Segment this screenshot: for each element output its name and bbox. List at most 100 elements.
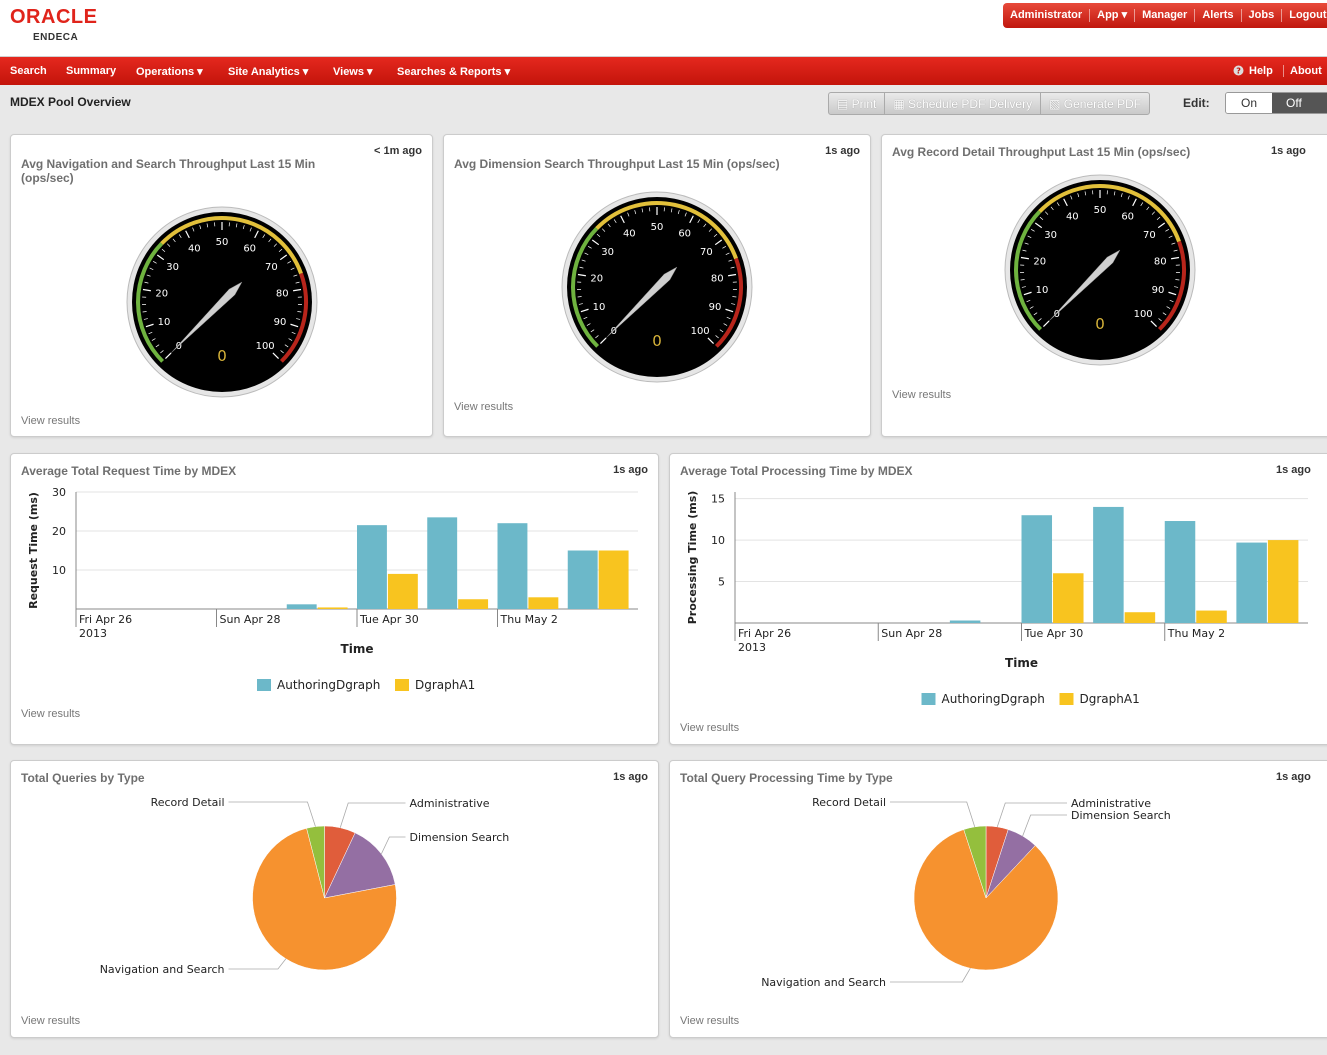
gauge-tick-label: 50 [216,237,229,248]
user-menu-app[interactable]: App ▾ [1090,9,1136,22]
gauge-tick-label: 20 [155,288,168,299]
x-tick-label: 2013 [738,641,766,654]
gauge-tick-label: 50 [651,222,664,233]
user-menu-logout[interactable]: Logout [1282,9,1327,22]
x-tick-label: Tue Apr 30 [359,613,419,626]
pie-label: Navigation and Search [761,976,886,989]
view-results-link[interactable]: View results [892,389,951,401]
pie-label: Administrative [410,797,490,810]
panel-timestamp: 1s ago [1271,145,1306,157]
leader-line [228,801,316,827]
view-results-link[interactable]: View results [21,708,80,720]
bar [286,604,317,609]
bar [1021,515,1053,623]
panel-timestamp: 1s ago [1276,771,1311,783]
generate-pdf-label: Generate PDF [1063,97,1142,111]
nav-about[interactable]: About [1283,65,1322,77]
nav-search[interactable]: Search [10,65,47,77]
user-menu-administrator[interactable]: Administrator [1003,9,1091,22]
request-time-panel: Average Total Request Time by MDEX 1s ag… [10,453,659,745]
gauge-tick-label: 40 [1066,212,1079,223]
view-results-link[interactable]: View results [21,1015,80,1027]
edit-on-option[interactable]: On [1226,93,1272,113]
x-tick-label: 2013 [79,627,107,640]
gauge-tick-label: 10 [1036,285,1049,296]
gauge-tick-label: 90 [709,302,722,313]
edit-toggle[interactable]: On Off [1225,92,1327,114]
y-tick-label: 15 [711,493,725,506]
bar [1093,506,1124,623]
pie-label: Dimension Search [1071,809,1171,822]
oracle-logo: ORACLE [10,6,98,28]
y-tick-label: 30 [52,486,66,499]
nav-site-analytics[interactable]: Site Analytics ▾ [228,65,308,78]
panel-title: Avg Dimension Search Throughput Last 15 … [454,157,780,171]
y-tick-label: 20 [52,525,66,538]
gauge-tick-label: 70 [265,262,278,273]
leader-line [890,968,971,983]
gauge-tick-label: 40 [623,229,636,240]
gauge-tick [142,311,147,313]
x-tick-label: Fri Apr 26 [79,613,132,626]
view-results-link[interactable]: View results [680,1015,739,1027]
x-axis-title: Time [1005,656,1038,670]
print-button[interactable]: ▤ Print [829,93,886,114]
edit-label: Edit: [1183,96,1210,110]
bar [1196,610,1227,623]
panel-timestamp: 1s ago [1276,464,1311,476]
gauge-tick-label: 10 [158,317,171,328]
view-results-link[interactable]: View results [454,401,513,413]
main-nav: Search Summary Operations ▾ Site Analyti… [0,57,1327,85]
gauge-value: 0 [1095,315,1105,333]
edit-off-option[interactable]: Off [1272,93,1327,113]
queries-by-type-panel: Total Queries by Type 1s ago Administrat… [10,760,659,1038]
gauge-tick-label: 20 [1033,256,1046,267]
processing-time-panel: Average Total Processing Time by MDEX 1s… [669,453,1327,745]
legend-swatch [1059,693,1074,705]
gauge-tick-label: 80 [711,273,724,284]
nav-views[interactable]: Views ▾ [333,65,373,78]
leader-line [1022,814,1067,837]
pie-label: Record Detail [151,796,225,809]
bar [458,599,489,609]
x-tick-label: Sun Apr 28 [220,613,281,626]
nav-searches-reports[interactable]: Searches & Reports ▾ [397,65,510,78]
view-results-link[interactable]: View results [680,722,739,734]
bar [598,550,629,609]
x-tick-label: Tue Apr 30 [1024,627,1084,640]
bar [1164,521,1196,623]
gauge-tick [577,296,582,298]
gauge-tick-label: 100 [1134,309,1153,320]
bar [528,597,559,609]
leader-line [228,958,287,970]
processing-time-bar-chart: 5 10 15 Fri Apr 262013 Sun Apr 28 Tue Apr 30 T… [686,491,1308,706]
panel-timestamp: < 1m ago [374,145,422,157]
gauge-tick [732,296,737,298]
gauge-tick-label: 70 [1143,230,1156,241]
user-menu-manager[interactable]: Manager [1135,9,1196,22]
nav-help[interactable]: Help [1249,65,1273,77]
legend-swatch [395,679,409,691]
pie-label: Navigation and Search [100,963,225,976]
user-menu-jobs[interactable]: Jobs [1242,9,1283,22]
throughput-gauge: 01020304050607080901000 [561,191,753,383]
nav-operations[interactable]: Operations ▾ [136,65,203,78]
processing-by-type-panel: Total Query Processing Time by Type 1s a… [669,760,1327,1038]
panel-timestamp: 1s ago [613,464,648,476]
user-menu-alerts[interactable]: Alerts [1195,9,1242,22]
gauge-tick-label: 90 [1152,285,1165,296]
nav-summary[interactable]: Summary [66,65,116,77]
gauge-tick [1020,279,1025,281]
x-tick-label: Thu May 2 [1167,627,1225,640]
panel-title: Total Queries by Type [21,771,145,785]
bar [1267,540,1299,623]
generate-pdf-button[interactable]: ▧ Generate PDF [1041,93,1149,114]
panel-timestamp: 1s ago [825,145,860,157]
view-results-link[interactable]: View results [21,415,80,427]
gauge-tick-label: 30 [166,262,179,273]
panel-title: Total Query Processing Time by Type [680,771,893,785]
help-icon[interactable]: ? [1233,65,1244,78]
schedule-pdf-button[interactable]: ▦ Schedule PDF Delivery [885,93,1042,114]
throughput-gauge: 01020304050607080901000 [1004,174,1196,366]
bar [1124,612,1156,623]
